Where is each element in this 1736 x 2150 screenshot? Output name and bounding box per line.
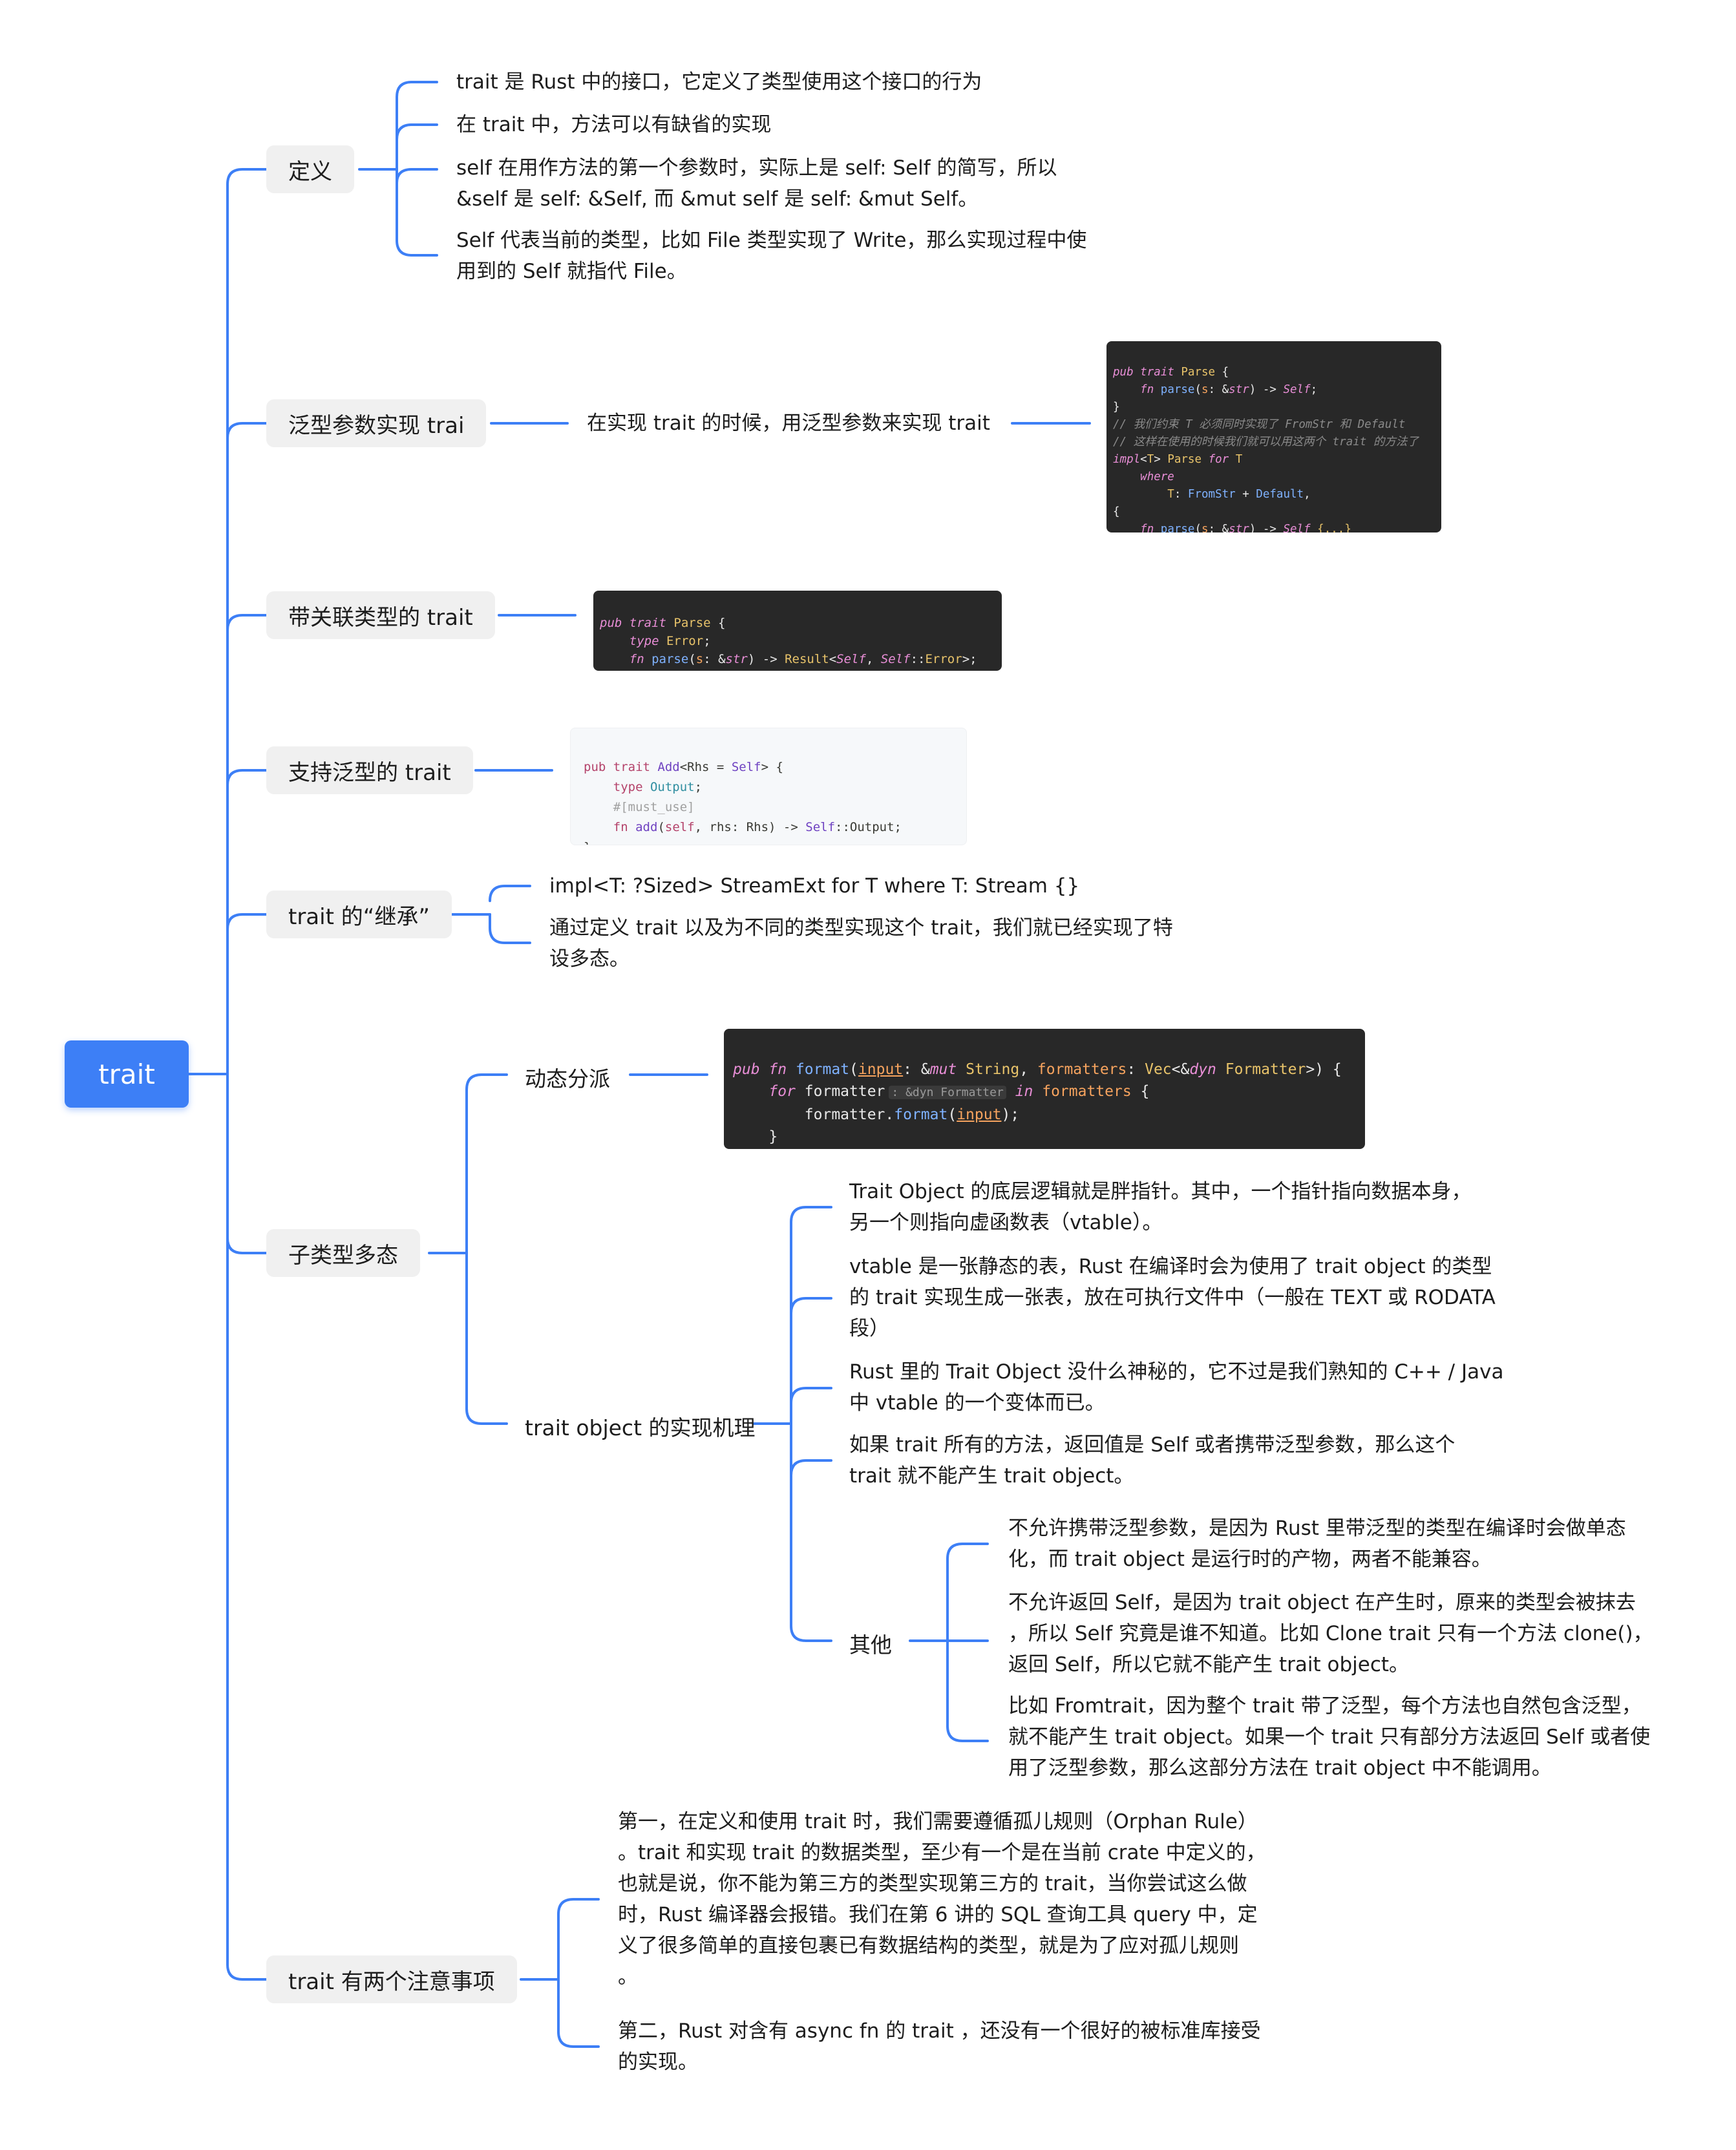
branch-notes[interactable]: trait 有两个注意事项	[266, 1955, 517, 2003]
branch-generic-trait[interactable]: 支持泛型的 trait	[266, 746, 473, 794]
dynamic-dispatch-code-block: pub fn format(input: &mut String, format…	[724, 1029, 1365, 1149]
trait-object-item-3: Rust 里的 Trait Object 没什么神秘的，它不过是我们熟知的 C+…	[849, 1360, 1504, 1415]
branch-definition[interactable]: 定义	[266, 145, 354, 193]
trait-object-item-4: 如果 trait 所有的方法，返回值是 Self 或者携带泛型参数，那么这个 tr…	[849, 1433, 1455, 1488]
other-node[interactable]: 其他	[849, 1628, 892, 1659]
definition-item-2: 在 trait 中，方法可以有缺省的实现	[456, 113, 772, 136]
definition-item-4: Self 代表当前的类型，比如 File 类型实现了 Write，那么实现过程中…	[456, 229, 1087, 283]
branch-subtype[interactable]: 子类型多态	[266, 1229, 420, 1277]
trait-object-node[interactable]: trait object 的实现机理	[525, 1411, 756, 1442]
branch-inheritance[interactable]: trait 的“继承”	[266, 891, 452, 938]
trait-object-item-1: Trait Object 的底层逻辑就是胖指针。其中，一个指针指向数据本身， 另一…	[849, 1180, 1472, 1234]
other-item-1: 不允许携带泛型参数，是因为 Rust 里带泛型的类型在编译时会做单态 化，而 tr…	[1008, 1517, 1626, 1571]
other-item-3: 比如 Fromtrait，因为整个 trait 带了泛型，每个方法也自然包含泛型…	[1008, 1694, 1651, 1780]
generic-impl-text: 在实现 trait 的时候，用泛型参数来实现 trait	[587, 412, 990, 435]
other-item-2: 不允许返回 Self，是因为 trait object 在产生时，原来的类型会被…	[1008, 1591, 1653, 1676]
definition-item-3: self 在用作方法的第一个参数时，实际上是 self: Self 的简写，所以…	[456, 156, 1057, 211]
trait-object-item-2: vtable 是一张静态的表，Rust 在编译时会为使用了 trait obje…	[849, 1255, 1496, 1340]
generic-trait-code-block: pub trait Add<Rhs = Self> { type Output;…	[570, 728, 967, 845]
associated-type-code-block: pub trait Parse { type Error; fn parse(s…	[593, 591, 1002, 671]
branch-associated-type[interactable]: 带关联类型的 trait	[266, 591, 495, 639]
inheritance-item-2: 通过定义 trait 以及为不同的类型实现这个 trait，我们就已经实现了特设…	[549, 916, 1173, 971]
notes-item-1: 第一，在定义和使用 trait 时，我们需要遵循孤儿规则（Orphan Rule…	[618, 1810, 1266, 1988]
inlay-hint: : &dyn Formatter	[889, 1086, 1006, 1099]
branch-generic-impl[interactable]: 泛型参数实现 trai	[266, 399, 487, 447]
inheritance-item-1: impl<T: ?Sized> StreamExt for T where T:…	[549, 874, 1080, 898]
definition-item-1: trait 是 Rust 中的接口，它定义了类型使用这个接口的行为	[456, 70, 982, 94]
notes-item-2: 第二，Rust 对含有 async fn 的 trait ，还没有一个很好的被标…	[618, 2019, 1261, 2074]
root-node[interactable]: trait	[65, 1040, 189, 1108]
dynamic-dispatch-node[interactable]: 动态分派	[525, 1062, 610, 1093]
generic-impl-code-block: pub trait Parse { fn parse(s: &str) -> S…	[1106, 341, 1441, 532]
